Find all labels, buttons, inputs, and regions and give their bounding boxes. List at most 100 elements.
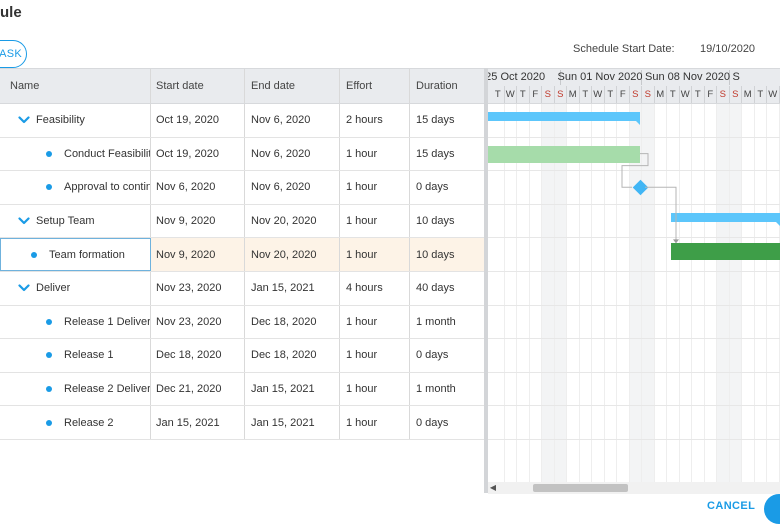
end-date-cell[interactable]: Jan 15, 2021 (245, 271, 340, 305)
duration-cell[interactable]: 0 days (410, 171, 486, 204)
day-header: F (617, 86, 630, 103)
task-name-cell[interactable]: Deliver (0, 271, 151, 305)
save-button[interactable] (764, 494, 780, 524)
add-task-button[interactable]: ASK (0, 40, 27, 68)
task-row[interactable]: Release 1 Dec 18, 2020 Dec 18, 2020 1 hour 0… (0, 339, 486, 373)
start-date-cell[interactable]: Nov 9, 2020 (151, 204, 245, 238)
gantt-timeline: n 25 Oct 2020Sun 01 Nov 2020Sun 08 Nov 2… (488, 68, 780, 493)
task-name-cell[interactable]: Release 2 (0, 406, 151, 439)
schedule-start-date-value[interactable]: 19/10/2020 (700, 43, 755, 55)
group-row[interactable]: Setup Team Nov 9, 2020 Nov 20, 2020 1 hour 1… (0, 204, 486, 239)
end-date-cell[interactable]: Jan 15, 2021 (245, 372, 340, 406)
duration-cell[interactable]: 0 days (410, 339, 486, 372)
end-date-cell[interactable]: Nov 6, 2020 (245, 171, 340, 204)
task-row[interactable]: Release 2 Delivery Dec 21, 2020 Jan 15, 20… (0, 372, 486, 407)
duration-cell[interactable]: 10 days (410, 238, 486, 271)
task-bullet-icon (46, 352, 52, 359)
task-row[interactable]: Approval to continueNov 6, 2020Nov 6, 20… (0, 171, 486, 205)
page-title: ule (0, 4, 22, 21)
duration-cell[interactable]: 15 days (410, 138, 486, 171)
day-header: S (730, 86, 742, 103)
day-header: W (680, 86, 692, 103)
end-date-cell[interactable]: Nov 6, 2020 (245, 104, 340, 137)
column-header-end-date[interactable]: End date (245, 69, 340, 103)
day-header: S (542, 86, 555, 103)
task-name-cell[interactable]: Feasibility (0, 104, 151, 137)
start-date-cell[interactable]: Nov 23, 2020 (151, 271, 245, 305)
column-header-effort[interactable]: Effort (340, 69, 410, 103)
effort-cell[interactable]: 1 hour (340, 372, 410, 406)
task-name-cell[interactable]: Release 1 (0, 339, 151, 372)
end-date-cell[interactable]: Nov 20, 2020 (245, 238, 340, 271)
chevron-down-icon[interactable] (18, 282, 30, 294)
day-header: T (692, 86, 705, 103)
task-name-cell[interactable]: Team formation (0, 238, 151, 271)
day-header: S (717, 86, 730, 103)
duration-cell[interactable]: 1 month (410, 306, 486, 339)
start-date-cell[interactable]: Dec 21, 2020 (151, 372, 245, 406)
start-date-cell[interactable]: Oct 19, 2020 (151, 137, 245, 171)
effort-cell[interactable]: 1 hour (340, 204, 410, 238)
scrollbar-thumb[interactable] (533, 484, 628, 492)
task-bullet-icon (46, 150, 52, 157)
task-name-label: Approval to continue (64, 181, 150, 194)
duration-cell[interactable]: 40 days (410, 272, 486, 305)
end-date-cell[interactable]: Nov 6, 2020 (245, 137, 340, 171)
timeline-horizontal-scrollbar[interactable]: ◀ (488, 482, 780, 494)
task-bullet-icon (46, 184, 52, 191)
day-header: T (755, 86, 767, 103)
end-date-cell[interactable]: Nov 20, 2020 (245, 204, 340, 238)
end-date-cell[interactable]: Jan 15, 2021 (245, 406, 340, 439)
day-header: M (567, 86, 580, 103)
task-row[interactable]: Team formation Nov 9, 2020 Nov 20, 2020 1 h… (0, 238, 486, 272)
effort-cell[interactable]: 1 hour (340, 406, 410, 439)
chevron-down-icon[interactable] (18, 114, 30, 126)
day-header: S (630, 86, 642, 103)
duration-cell[interactable]: 1 month (410, 373, 486, 406)
cancel-button[interactable]: CANCEL (707, 500, 755, 512)
effort-cell[interactable]: 1 hour (340, 171, 410, 204)
end-date-cell[interactable]: Dec 18, 2020 (245, 305, 340, 339)
day-header: T (492, 86, 505, 103)
task-name-cell[interactable]: Approval to continue (0, 171, 151, 204)
day-header: T (517, 86, 530, 103)
task-name-cell[interactable]: Conduct Feasibility (0, 137, 151, 171)
start-date-cell[interactable]: Oct 19, 2020 (151, 104, 245, 137)
group-row[interactable]: Deliver Nov 23, 2020 Jan 15, 2021 4 hours 40… (0, 271, 486, 306)
duration-cell[interactable]: 15 days (410, 104, 486, 137)
task-name-cell[interactable]: Release 2 Delivery (0, 372, 151, 406)
week-header: S (730, 70, 780, 85)
task-row[interactable]: Conduct Feasibility Oct 19, 2020 Nov 6, 20… (0, 137, 486, 172)
task-name-cell[interactable]: Setup Team (0, 204, 151, 238)
effort-cell[interactable]: 1 hour (340, 238, 410, 271)
start-date-cell[interactable]: Nov 23, 2020 (151, 305, 245, 339)
start-date-cell[interactable]: Nov 6, 2020 (151, 171, 245, 204)
effort-cell[interactable]: 1 hour (340, 305, 410, 339)
week-header: n 25 Oct 2020 (488, 70, 561, 85)
start-date-cell[interactable]: Jan 15, 2021 (151, 406, 245, 439)
duration-cell[interactable]: 10 days (410, 205, 486, 238)
task-name-label: Release 1 Delivery (64, 315, 150, 328)
duration-cell[interactable]: 0 days (410, 406, 486, 439)
end-date-cell[interactable]: Dec 18, 2020 (245, 339, 340, 372)
timeline-body (488, 104, 780, 493)
task-bullet-icon (31, 251, 37, 258)
column-header-name[interactable]: Name (0, 69, 151, 103)
effort-cell[interactable]: 1 hour (340, 339, 410, 372)
task-row[interactable]: Release 1 Delivery Nov 23, 2020 Dec 18, 20… (0, 305, 486, 340)
column-header-start-date[interactable]: Start date (151, 69, 245, 103)
task-name-label: Setup Team (36, 215, 95, 228)
effort-cell[interactable]: 4 hours (340, 271, 410, 305)
day-header: T (580, 86, 592, 103)
task-name-label: Release 2 Delivery (64, 383, 150, 396)
column-header-duration[interactable]: Duration (410, 69, 486, 103)
task-row[interactable]: Release 2 Jan 15, 2021 Jan 15, 2021 1 hour 0… (0, 406, 486, 440)
start-date-cell[interactable]: Dec 18, 2020 (151, 339, 245, 372)
start-date-cell[interactable]: Nov 9, 2020 (151, 238, 245, 271)
scroll-left-arrow-icon[interactable]: ◀ (488, 482, 498, 494)
chevron-down-icon[interactable] (18, 215, 30, 227)
effort-cell[interactable]: 1 hour (340, 137, 410, 171)
effort-cell[interactable]: 2 hours (340, 104, 410, 137)
task-name-cell[interactable]: Release 1 Delivery (0, 305, 151, 339)
group-row[interactable]: Feasibility Oct 19, 2020 Nov 6, 2020 2 hour… (0, 104, 486, 138)
